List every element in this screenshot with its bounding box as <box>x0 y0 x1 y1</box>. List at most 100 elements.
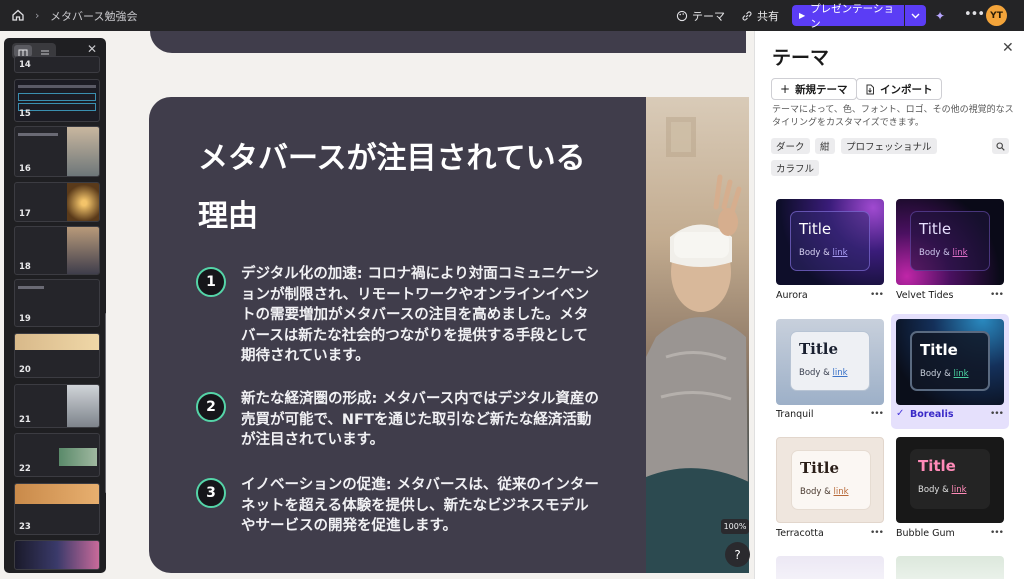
theme-preview: Title Body & link <box>791 450 871 510</box>
slide-number: 20 <box>19 365 31 375</box>
slide-thumbnail[interactable]: 17 <box>14 182 100 222</box>
filter-tag[interactable]: プロフェッショナル <box>841 138 937 154</box>
theme-button[interactable]: テーマ <box>676 8 725 24</box>
close-icon[interactable]: ✕ <box>1002 40 1014 56</box>
theme-preview: Title Body & link <box>910 331 990 391</box>
preview-title: Title <box>918 457 956 475</box>
more-options-icon[interactable]: ••• <box>870 290 884 300</box>
more-options-icon[interactable]: ••• <box>870 528 884 538</box>
bullet-text: デジタル化の加速: コロナ禍により対面コミュニケーションが制限され、リモートワー… <box>241 266 599 364</box>
present-label: プレゼンテーション <box>810 2 894 30</box>
previous-slide-card[interactable] <box>150 31 746 53</box>
theme-name: Velvet Tides <box>896 290 954 301</box>
slide-thumbnail[interactable]: 19 <box>14 279 100 327</box>
import-file-icon <box>866 84 874 94</box>
slide-thumbnail[interactable]: 23 <box>14 483 100 535</box>
theme-card-terracotta[interactable]: Title Body & link <box>776 437 884 523</box>
preview-title: Title <box>919 220 952 238</box>
sparkle-icon[interactable]: ✦ <box>935 9 945 23</box>
more-options-icon[interactable]: ••• <box>990 409 1004 419</box>
theme-card-aurora[interactable]: Title Body & link <box>776 199 884 285</box>
bullet-number: 3 <box>196 478 226 508</box>
top-bar: › メタバース勉強会 テーマ 共有 ▶ プレゼンテーション ✦ ••• YT <box>0 0 1024 31</box>
preview-body: Body & link <box>920 369 969 379</box>
chevron-right-icon: › <box>35 9 40 22</box>
theme-preview: Title Body & link <box>910 449 990 509</box>
share-label: 共有 <box>757 10 779 23</box>
filter-tag[interactable]: カラフル <box>771 160 820 176</box>
search-icon <box>996 141 1005 151</box>
slide-thumbnail[interactable]: 18 <box>14 226 100 275</box>
slide-thumbnail[interactable]: 22 <box>14 433 100 477</box>
breadcrumb[interactable]: メタバース勉強会 <box>50 8 137 24</box>
present-button[interactable]: ▶ プレゼンテーション <box>792 3 904 30</box>
preview-body: Body & link <box>799 248 848 258</box>
share-button[interactable]: 共有 <box>741 8 779 24</box>
preview-body: Body & link <box>918 485 967 495</box>
slide-panel: ✕ 14 15 16 17 18 19 20 21 22 23 <box>4 38 106 573</box>
slide-thumbnail[interactable]: 16 <box>14 126 100 177</box>
slide-title[interactable]: メタバースが注目されている理由 <box>198 130 598 246</box>
theme-search-button[interactable] <box>992 138 1009 154</box>
slide-thumbnail[interactable] <box>14 540 100 570</box>
bullet-text: 新たな経済圏の形成: メタバース内ではデジタル資産の売買が可能で、NFTを通じた… <box>241 391 599 448</box>
zoom-indicator[interactable]: 100% <box>721 519 749 534</box>
preview-body: Body & link <box>799 368 848 378</box>
chevron-down-icon <box>911 13 920 18</box>
checkmark-icon: ✓ <box>896 408 905 419</box>
slide-number: 17 <box>19 209 31 219</box>
preview-body: Body & link <box>800 487 849 497</box>
theme-name: Bubble Gum <box>896 528 955 539</box>
theme-label: テーマ <box>692 10 725 23</box>
preview-body: Body & link <box>919 248 968 258</box>
present-dropdown-button[interactable] <box>905 5 926 26</box>
close-icon[interactable]: ✕ <box>87 42 97 56</box>
theme-name: Tranquil <box>776 409 814 420</box>
slide-panel-scrollbar[interactable] <box>105 313 106 493</box>
slide-number: 19 <box>19 314 31 324</box>
slide-thumbnail[interactable]: 21 <box>14 384 100 428</box>
import-label: インポート <box>880 83 933 96</box>
slide-thumbnail[interactable]: 14 <box>14 56 100 73</box>
link-icon <box>742 11 752 21</box>
slide-thumbnail[interactable]: 20 <box>14 333 100 378</box>
theme-panel-title: テーマ <box>772 47 830 69</box>
theme-card-tranquil[interactable]: Title Body & link <box>776 319 884 405</box>
theme-card-velvet-tides[interactable]: Title Body & link <box>896 199 1004 285</box>
more-options-icon[interactable]: ••• <box>990 290 1004 300</box>
theme-name: Aurora <box>776 290 808 301</box>
bullet-number: 1 <box>196 267 226 297</box>
slide-thumbnail[interactable]: 15 <box>14 79 100 122</box>
preview-title: Title <box>800 459 840 477</box>
slide-number: 16 <box>19 164 31 174</box>
theme-card[interactable] <box>776 556 884 579</box>
theme-name: Terracotta <box>776 528 824 539</box>
slide-number: 15 <box>19 109 31 119</box>
preview-title: Title <box>799 220 832 238</box>
avatar[interactable]: YT <box>986 5 1007 26</box>
theme-card-bubble-gum[interactable]: Title Body & link <box>896 437 1004 523</box>
filter-tag[interactable]: ダーク <box>771 138 810 154</box>
more-options-icon[interactable]: ••• <box>964 7 985 22</box>
more-options-icon[interactable]: ••• <box>990 528 1004 538</box>
theme-panel: テーマ ✕ + 新規テーマ インポート テーマによって、色、フォント、ロゴ、その… <box>754 31 1024 579</box>
theme-card[interactable] <box>896 556 1004 579</box>
new-theme-button[interactable]: + 新規テーマ <box>771 78 857 100</box>
theme-preview: Title Body & link <box>790 211 870 271</box>
current-slide[interactable]: メタバースが注目されている理由 1 デジタル化の加速: コロナ禍により対面コミュ… <box>149 97 749 573</box>
preview-title: Title <box>799 340 839 358</box>
slide-number: 14 <box>19 60 31 70</box>
preview-title: Title <box>920 341 958 359</box>
import-button[interactable]: インポート <box>856 78 942 100</box>
theme-preview: Title Body & link <box>790 331 870 391</box>
more-options-icon[interactable]: ••• <box>870 409 884 419</box>
theme-name: Borealis <box>910 409 954 420</box>
help-button[interactable]: ? <box>725 542 750 567</box>
palette-icon <box>676 10 688 22</box>
home-icon[interactable] <box>11 8 25 22</box>
theme-card-borealis[interactable]: Title Body & link <box>896 319 1004 405</box>
bullet-number: 2 <box>196 392 226 422</box>
filter-tag[interactable]: 紺 <box>815 138 835 154</box>
vr-headset-photo[interactable] <box>646 97 749 573</box>
bullet-text: イノベーションの促進: メタバースは、従来のインターネットを超える体験を提供し、… <box>241 477 599 534</box>
